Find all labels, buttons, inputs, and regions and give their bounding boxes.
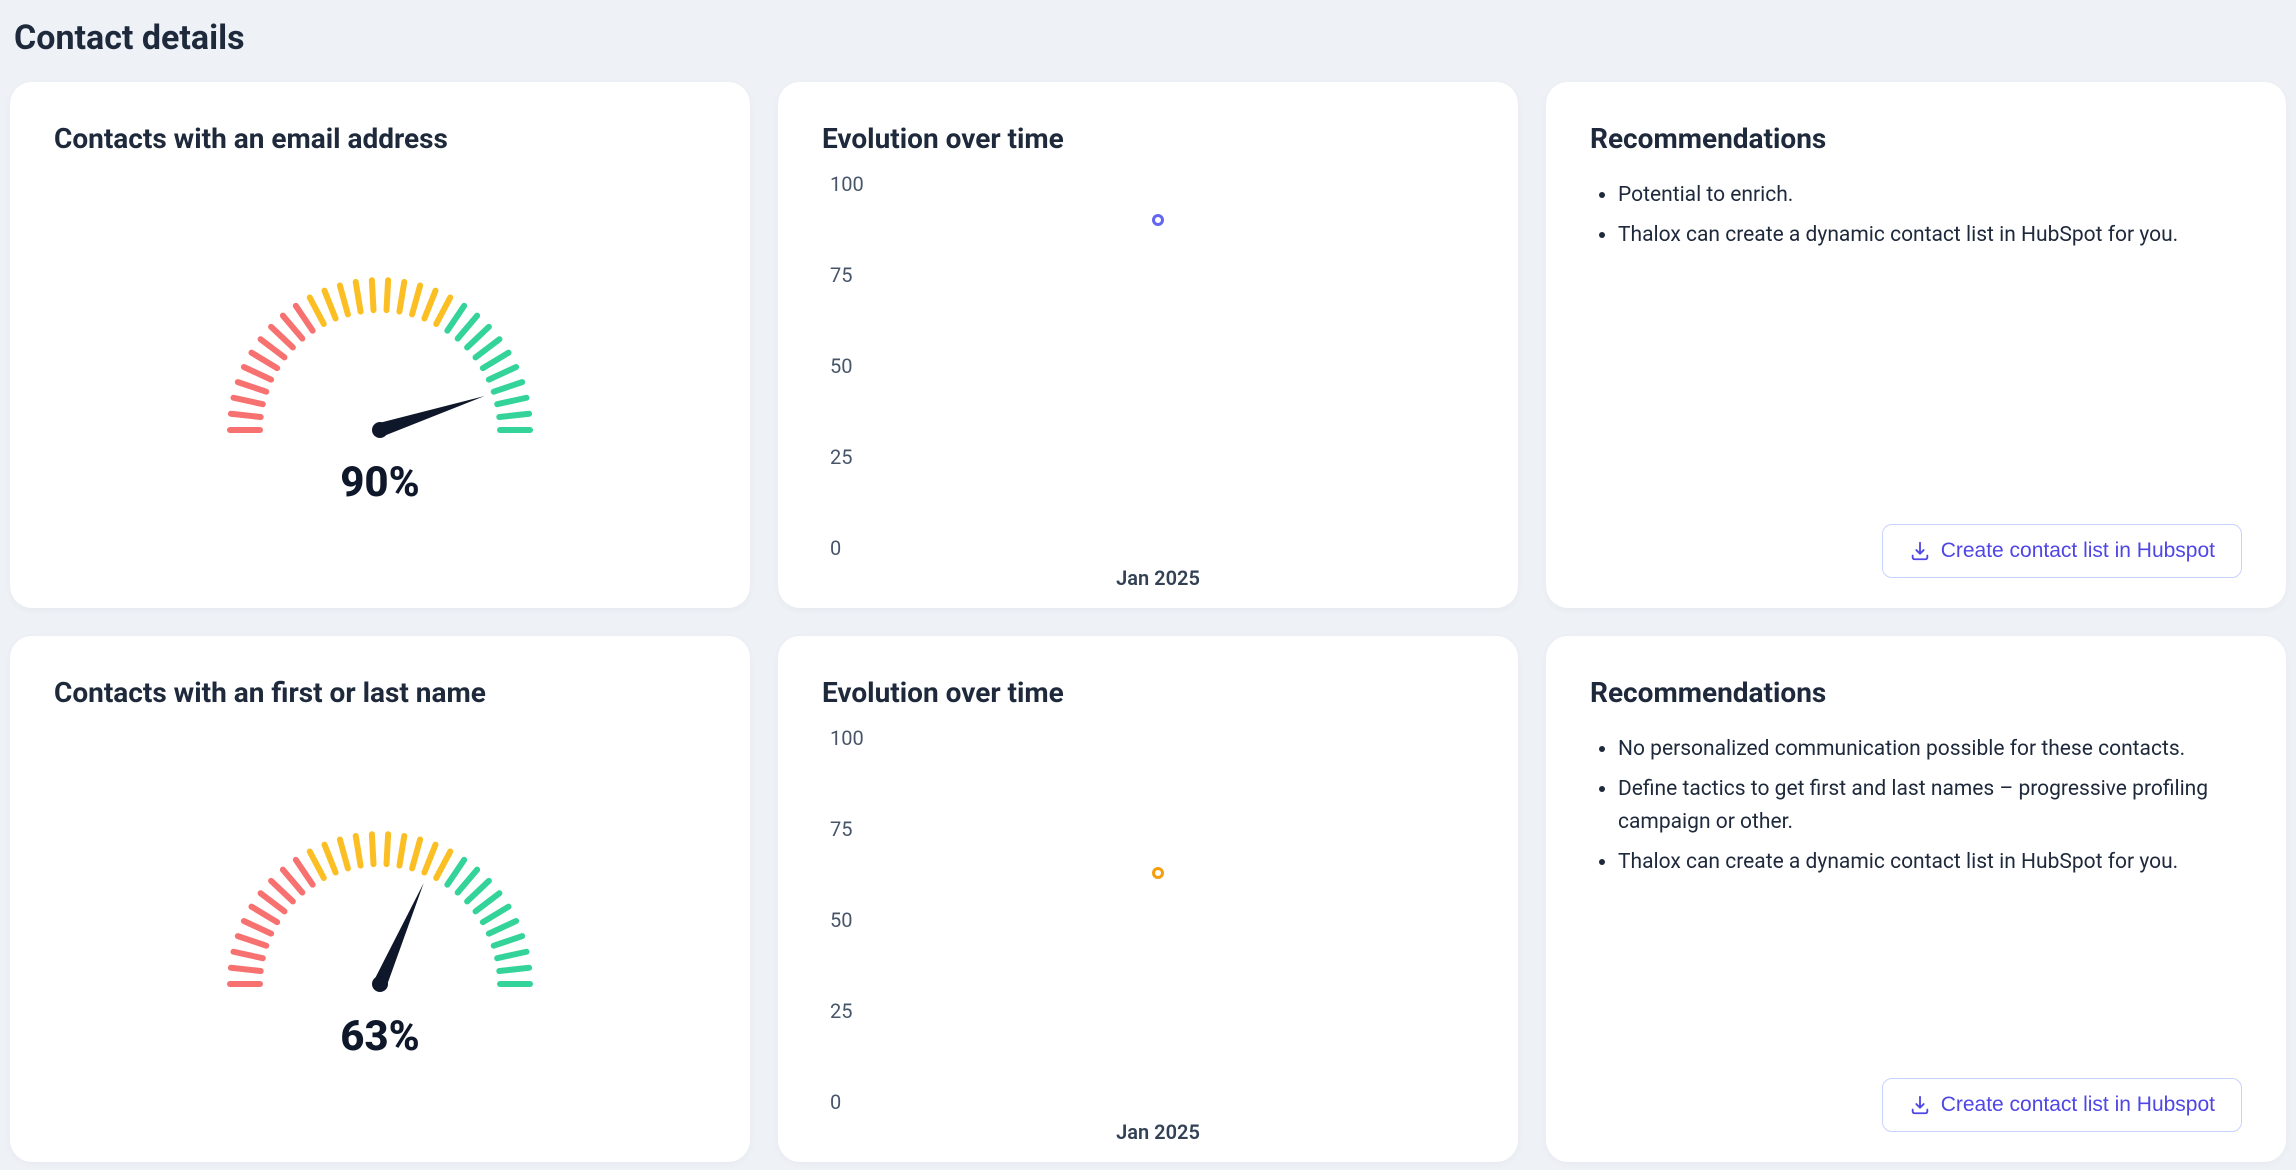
download-icon	[1909, 540, 1931, 562]
create-list-button[interactable]: Create contact list in Hubspot	[1882, 524, 2242, 578]
y-tick: 0	[830, 536, 841, 560]
create-list-button[interactable]: Create contact list in Hubspot	[1882, 1078, 2242, 1132]
recommendation-item: Potential to enrich.	[1618, 179, 2242, 213]
card-evolution-name: Evolution over time 100 75 50 25 0 Jan 2…	[778, 636, 1518, 1162]
evolution-chart: 100 75 50 25 0 Jan 2025	[822, 179, 1474, 578]
x-tick: Jan 2025	[1116, 566, 1200, 590]
card-title: Evolution over time	[822, 122, 1474, 155]
card-evolution-email: Evolution over time 100 75 50 25 0 Jan 2…	[778, 82, 1518, 608]
gauge-chart	[210, 804, 550, 994]
data-point	[1152, 214, 1164, 226]
data-point	[1152, 867, 1164, 879]
button-label: Create contact list in Hubspot	[1941, 1093, 2215, 1117]
card-title: Contacts with an email address	[54, 122, 706, 155]
gauge: 90%	[54, 179, 706, 578]
page-title: Contact details	[10, 0, 2286, 82]
y-tick: 25	[830, 445, 852, 469]
y-tick: 75	[830, 817, 852, 841]
gauge-value: 63%	[340, 1012, 420, 1061]
gauge: 63%	[54, 733, 706, 1132]
recommendations-list: Potential to enrich. Thalox can create a…	[1590, 179, 2242, 258]
gauge-value: 90%	[340, 458, 420, 507]
card-gauge-name: Contacts with an first or last name 63%	[10, 636, 750, 1162]
y-tick: 100	[830, 726, 864, 750]
card-title: Contacts with an first or last name	[54, 676, 706, 709]
card-recommendations-name: Recommendations No personalized communic…	[1546, 636, 2286, 1162]
recommendation-item: Thalox can create a dynamic contact list…	[1618, 846, 2242, 880]
gauge-chart	[210, 250, 550, 440]
card-title: Evolution over time	[822, 676, 1474, 709]
y-tick: 50	[830, 908, 852, 932]
button-label: Create contact list in Hubspot	[1941, 539, 2215, 563]
evolution-chart: 100 75 50 25 0 Jan 2025	[822, 733, 1474, 1132]
recommendation-item: No personalized communication possible f…	[1618, 733, 2242, 767]
y-tick: 100	[830, 172, 864, 196]
x-tick: Jan 2025	[1116, 1120, 1200, 1144]
card-title: Recommendations	[1590, 676, 2242, 709]
y-tick: 50	[830, 354, 852, 378]
recommendation-item: Thalox can create a dynamic contact list…	[1618, 219, 2242, 253]
card-gauge-email: Contacts with an email address 90%	[10, 82, 750, 608]
card-recommendations-email: Recommendations Potential to enrich. Tha…	[1546, 82, 2286, 608]
download-icon	[1909, 1094, 1931, 1116]
recommendations-list: No personalized communication possible f…	[1590, 733, 2242, 885]
y-tick: 0	[830, 1090, 841, 1114]
dashboard-grid: Contacts with an email address 90% Evolu…	[10, 82, 2286, 1162]
card-title: Recommendations	[1590, 122, 2242, 155]
y-tick: 75	[830, 263, 852, 287]
y-tick: 25	[830, 999, 852, 1023]
recommendation-item: Define tactics to get first and last nam…	[1618, 773, 2242, 840]
